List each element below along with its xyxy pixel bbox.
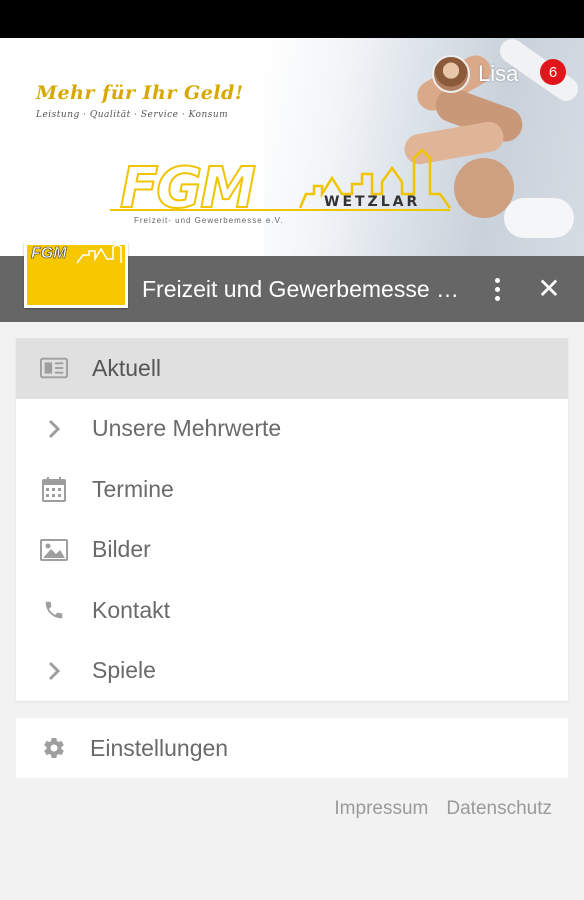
- menu-item-spiele[interactable]: Spiele: [16, 641, 568, 702]
- menu-item-label: Termine: [92, 475, 174, 502]
- menu-item-termine[interactable]: Termine: [16, 459, 568, 520]
- menu-item-kontakt[interactable]: Kontakt: [16, 580, 568, 641]
- image-icon: [40, 536, 68, 564]
- banner-slogan-sub: Leistung · Qualität · Service · Konsum: [36, 110, 229, 120]
- logo-tagline: Freizeit- und Gewerbemesse e.V.: [134, 216, 284, 225]
- menu-item-aktuell[interactable]: Aktuell: [16, 338, 568, 399]
- menu-item-label: Unsere Mehrwerte: [92, 415, 282, 442]
- footer-links: Impressum Datenschutz: [334, 798, 552, 820]
- fgm-logo: FGM WETZLAR Freizeit- und Gewerbemesse e…: [110, 148, 470, 238]
- more-vert-icon[interactable]: [484, 272, 510, 306]
- app-logo: FGM: [24, 242, 128, 308]
- close-icon[interactable]: ✕: [532, 272, 566, 306]
- notification-badge[interactable]: 6: [540, 59, 566, 85]
- phone-icon: [40, 596, 68, 624]
- avatar[interactable]: [432, 55, 470, 93]
- menu-item-label: Aktuell: [92, 354, 162, 381]
- settings-item[interactable]: Einstellungen: [16, 718, 568, 778]
- user-name[interactable]: Lisa: [478, 61, 518, 87]
- menu-item-bilder[interactable]: Bilder: [16, 520, 568, 581]
- app-logo-skyline: [76, 245, 122, 264]
- menu-item-label: Bilder: [92, 536, 151, 563]
- menu-item-unsere-mehrwerte[interactable]: Unsere Mehrwerte: [16, 399, 568, 460]
- header-banner: Mehr für Ihr Geld! Leistung · Qualität ·…: [0, 38, 584, 256]
- chevron-right-icon: [40, 415, 68, 443]
- impressum-link[interactable]: Impressum: [334, 798, 428, 820]
- settings-label: Einstellungen: [90, 734, 229, 761]
- status-bar: [0, 0, 584, 38]
- user-profile[interactable]: Lisa: [432, 54, 518, 94]
- gear-icon: [40, 734, 68, 762]
- datenschutz-link[interactable]: Datenschutz: [446, 798, 552, 820]
- app-title: Freizeit und Gewerbemesse Wetzlar: [142, 276, 480, 302]
- logo-text: FGM: [119, 155, 257, 222]
- banner-slogan: Mehr für Ihr Geld!: [36, 82, 244, 104]
- chevron-right-icon: [40, 657, 68, 685]
- menu-item-label: Kontakt: [92, 596, 170, 623]
- calendar-icon: [40, 475, 68, 503]
- navigation-menu: Aktuell Unsere Mehrwerte Termine Bilder …: [16, 338, 568, 701]
- logo-city: WETZLAR: [324, 194, 421, 210]
- menu-item-label: Spiele: [92, 657, 156, 684]
- newspaper-icon: [40, 354, 68, 382]
